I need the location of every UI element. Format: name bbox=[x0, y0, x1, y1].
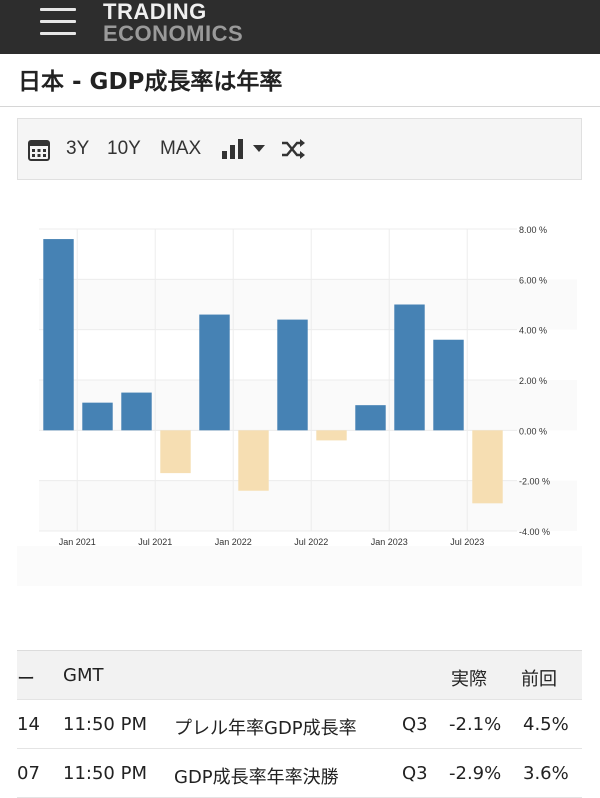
row-date: 14 bbox=[17, 714, 40, 735]
y-tick-label: -4.00 % bbox=[519, 527, 550, 537]
range-3y-button[interactable]: 3Y bbox=[66, 138, 89, 160]
table-row[interactable]: 14 11:50 PM プレル年率GDP成長率 Q3 -2.1% 4.5% bbox=[17, 700, 582, 749]
chart-bar[interactable] bbox=[394, 304, 425, 431]
y-tick-label: 6.00 % bbox=[519, 275, 547, 285]
release-table: ー GMT 実際 前回 14 11:50 PM プレル年率GDP成長率 Q3 -… bbox=[17, 650, 582, 798]
caret-down-icon[interactable] bbox=[253, 145, 265, 153]
chart-bar[interactable] bbox=[277, 319, 308, 431]
logo-line-2: ECONOMICS bbox=[103, 21, 244, 46]
row-time: 11:50 PM bbox=[63, 714, 147, 735]
row-previous: 3.6% bbox=[523, 763, 569, 784]
row-reference: Q3 bbox=[402, 714, 428, 735]
chart-bar[interactable] bbox=[121, 392, 152, 431]
y-tick-label: 0.00 % bbox=[519, 426, 547, 436]
row-actual: -2.1% bbox=[449, 714, 502, 735]
row-actual: -2.9% bbox=[449, 763, 502, 784]
top-bar: TRADING ECONOMICS bbox=[0, 0, 600, 54]
chart-bar[interactable] bbox=[433, 339, 464, 431]
table-row[interactable]: 07 11:50 PM GDP成長率年率決勝 Q3 -2.9% 3.6% bbox=[17, 749, 582, 798]
x-tick-label: Jan 2022 bbox=[215, 537, 252, 547]
chart-bar[interactable] bbox=[472, 430, 503, 504]
row-event[interactable]: プレル年率GDP成長率 bbox=[174, 714, 357, 740]
table-header-row: ー GMT 実際 前回 bbox=[17, 651, 582, 700]
x-tick-label: Jul 2023 bbox=[450, 537, 484, 547]
page-title: 日本 - GDP成長率は年率 bbox=[18, 69, 283, 95]
y-tick-label: -2.00 % bbox=[519, 477, 550, 487]
x-tick-label: Jan 2021 bbox=[59, 537, 96, 547]
chart-container: 8.00 % 6.00 % 4.00 % 2.00 % 0.00 % -2.00 % -4.… bbox=[17, 181, 582, 586]
logo-line-1: TRADING bbox=[103, 0, 207, 24]
x-tick-label: Jul 2021 bbox=[138, 537, 172, 547]
y-tick-label: 4.00 % bbox=[519, 326, 547, 336]
chart-bar[interactable] bbox=[316, 430, 347, 441]
site-logo[interactable]: TRADING ECONOMICS bbox=[103, 1, 243, 45]
chart-bar[interactable] bbox=[199, 314, 230, 431]
gdp-bar-chart: 8.00 % 6.00 % 4.00 % 2.00 % 0.00 % -2.00 % -4.… bbox=[17, 181, 582, 586]
row-event[interactable]: GDP成長率年率決勝 bbox=[174, 763, 339, 789]
y-tick-label: 8.00 % bbox=[519, 225, 547, 235]
header-date: ー bbox=[17, 669, 35, 690]
shuffle-icon[interactable] bbox=[281, 138, 305, 160]
chart-bar[interactable] bbox=[160, 430, 191, 474]
x-tick-label: Jul 2022 bbox=[294, 537, 328, 547]
row-reference: Q3 bbox=[402, 763, 428, 784]
y-tick-label: 2.00 % bbox=[519, 376, 547, 386]
chart-bar[interactable] bbox=[355, 405, 386, 431]
chart-toolbar: 3Y 10Y MAX bbox=[17, 118, 582, 180]
row-date: 07 bbox=[17, 763, 40, 784]
header-previous: 前回 bbox=[521, 669, 557, 690]
range-max-button[interactable]: MAX bbox=[160, 138, 201, 160]
range-10y-button[interactable]: 10Y bbox=[107, 138, 141, 160]
calendar-icon[interactable] bbox=[28, 139, 50, 161]
row-previous: 4.5% bbox=[523, 714, 569, 735]
row-time: 11:50 PM bbox=[63, 763, 147, 784]
chart-bar[interactable] bbox=[43, 239, 74, 431]
chart-bar[interactable] bbox=[82, 402, 113, 431]
chart-bar[interactable] bbox=[238, 430, 269, 491]
x-tick-label: Jan 2023 bbox=[371, 537, 408, 547]
bar-chart-icon[interactable] bbox=[222, 139, 244, 159]
header-gmt: GMT bbox=[63, 665, 104, 686]
header-actual: 実際 bbox=[451, 669, 487, 690]
hamburger-menu-icon[interactable] bbox=[40, 8, 76, 36]
title-divider bbox=[0, 106, 600, 107]
